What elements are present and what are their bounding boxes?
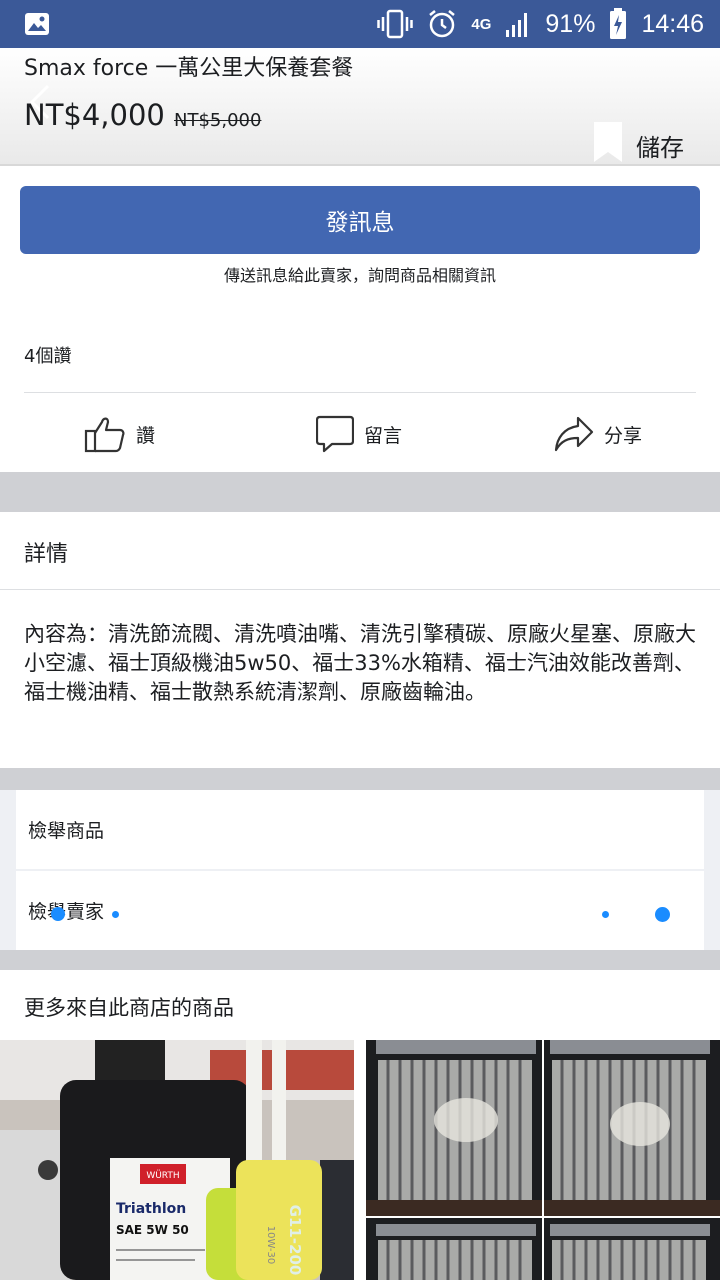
listing-header: Smax force 一萬公里大保養套餐 NT$4,000 NT$5,000 儲… bbox=[0, 48, 720, 166]
message-section: 發訊息 傳送訊息給此賣家，詢問商品相關資訊 4個讚 讚 留言 分享 bbox=[0, 166, 720, 472]
save-button[interactable]: 儲存 bbox=[636, 128, 684, 163]
divider bbox=[24, 392, 696, 393]
report-seller-label: 檢舉賣家 bbox=[28, 901, 105, 923]
thumbs-up-icon bbox=[84, 417, 125, 453]
oil-brand-text: WÜRTH bbox=[146, 1170, 179, 1181]
loading-dot bbox=[51, 907, 65, 921]
status-bar: 4G 91% 14:46 bbox=[0, 0, 720, 48]
product-thumbnail-radiator[interactable] bbox=[366, 1040, 542, 1216]
product-photo: WÜRTH Triathlon SAE 5W 50 G11-200 10W-30 bbox=[0, 1040, 354, 1280]
loading-dot bbox=[655, 907, 670, 922]
battery-percent: 91% bbox=[545, 9, 596, 38]
section-gap bbox=[0, 472, 720, 512]
report-seller-button[interactable]: 檢舉賣家 bbox=[16, 871, 704, 950]
loading-dot bbox=[112, 911, 119, 918]
alarm-icon bbox=[429, 10, 456, 38]
loading-dot bbox=[602, 911, 609, 918]
section-gap bbox=[0, 768, 720, 790]
signal-icon bbox=[506, 13, 528, 37]
network-4g-icon: 4G bbox=[471, 15, 492, 33]
comment-icon bbox=[316, 415, 354, 453]
original-price: NT$5,000 bbox=[174, 110, 262, 131]
battery-charging-icon bbox=[610, 8, 627, 39]
oil-name-text: Triathlon bbox=[116, 1201, 186, 1217]
report-section: 檢舉商品 檢舉賣家 bbox=[0, 790, 720, 950]
screen: 4G 91% 14:46 Smax force 一萬公里大保養套餐 NT$4,0… bbox=[0, 0, 720, 1280]
report-product-label: 檢舉商品 bbox=[28, 820, 105, 842]
send-message-button[interactable]: 發訊息 bbox=[20, 186, 700, 254]
share-button[interactable]: 分享 bbox=[554, 414, 642, 454]
product-thumbnail-radiator[interactable] bbox=[544, 1218, 720, 1280]
clock: 14:46 bbox=[641, 9, 704, 38]
divider bbox=[0, 589, 720, 590]
share-icon bbox=[554, 416, 594, 452]
product-thumbnail-oil[interactable]: WÜRTH Triathlon SAE 5W 50 G11-200 10W-30 bbox=[0, 1040, 354, 1280]
comment-label: 留言 bbox=[364, 424, 403, 447]
message-hint: 傳送訊息給此賣家，詢問商品相關資訊 bbox=[223, 266, 496, 285]
product-thumbnail-radiator[interactable] bbox=[366, 1218, 542, 1280]
product-photo bbox=[544, 1218, 720, 1280]
product-photo bbox=[366, 1040, 542, 1216]
section-gap bbox=[0, 950, 720, 970]
oil-grade-text: SAE 5W 50 bbox=[116, 1223, 189, 1237]
details-description: 內容為：清洗節流閥、清洗噴油嘴、清洗引擎積碳、原廠火星塞、原廠大小空濾、福士頂級… bbox=[24, 622, 696, 704]
product-photo bbox=[366, 1218, 542, 1280]
like-button[interactable]: 讚 bbox=[84, 414, 155, 454]
tube-label-text: G11-200 bbox=[286, 1205, 304, 1276]
product-thumbnail-radiator[interactable] bbox=[544, 1040, 720, 1216]
more-from-shop-title: 更多來自此商店的商品 bbox=[24, 996, 234, 1020]
vibrate-icon bbox=[377, 9, 414, 39]
tube-grade-text: 10W-30 bbox=[265, 1226, 276, 1265]
price: NT$4,000 bbox=[24, 98, 165, 132]
details-title: 詳情 bbox=[24, 542, 69, 567]
image-icon bbox=[25, 13, 49, 35]
product-photo bbox=[544, 1040, 720, 1216]
listing-title: Smax force 一萬公里大保養套餐 bbox=[24, 56, 354, 81]
like-label: 讚 bbox=[136, 424, 156, 447]
comment-button[interactable]: 留言 bbox=[316, 414, 402, 454]
likes-count[interactable]: 4個讚 bbox=[24, 342, 71, 368]
bookmark-icon[interactable] bbox=[594, 122, 622, 162]
report-product-button[interactable]: 檢舉商品 bbox=[16, 790, 704, 869]
more-from-shop-header: 更多來自此商店的商品 bbox=[0, 970, 720, 1040]
details-section: 詳情 內容為：清洗節流閥、清洗噴油嘴、清洗引擎積碳、原廠火星塞、原廠大小空濾、福… bbox=[0, 512, 720, 768]
share-label: 分享 bbox=[604, 424, 643, 447]
shop-items-grid: WÜRTH Triathlon SAE 5W 50 G11-200 10W-30 bbox=[0, 1040, 720, 1280]
